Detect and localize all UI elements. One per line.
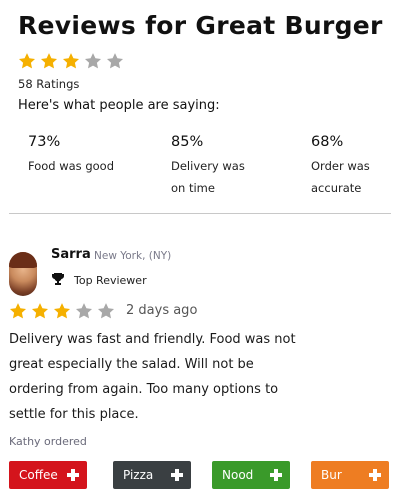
star-icon: [75, 302, 93, 320]
stat-percent: 85%: [171, 134, 204, 150]
star-icon: [62, 52, 80, 70]
tag-nood-button[interactable]: Nood: [212, 461, 290, 489]
tag-bur-button[interactable]: Bur: [311, 461, 389, 489]
ratings-count: 58 Ratings: [18, 77, 80, 91]
review-rating-stars: [9, 302, 119, 320]
plus-icon: [171, 469, 183, 481]
avatar-hair: [9, 252, 37, 268]
stat-label: Food was good: [28, 159, 115, 173]
stat-percent: 73%: [28, 134, 61, 150]
tag-pizza-button[interactable]: Pizza: [113, 461, 191, 489]
star-icon: [84, 52, 102, 70]
summary-rating-stars: [18, 52, 128, 70]
review-date: 2 days ago: [126, 303, 198, 318]
tag-label: Bur: [321, 468, 342, 482]
stat-label: Order was accurate: [311, 159, 370, 195]
ordered-label: Kathy ordered: [9, 435, 87, 448]
stat-order-accurate: 68% Order was accurate: [311, 134, 401, 199]
star-icon: [97, 302, 115, 320]
plus-icon: [270, 469, 282, 481]
saying-label: Here's what people are saying:: [18, 98, 220, 113]
stat-percent: 68%: [311, 134, 344, 150]
star-icon: [106, 52, 124, 70]
tag-label: Pizza: [123, 468, 154, 482]
avatar[interactable]: [9, 252, 37, 296]
tag-coffee-button[interactable]: Coffee: [9, 461, 87, 489]
star-icon: [9, 302, 27, 320]
plus-icon: [67, 469, 79, 481]
tag-label: Coffee: [19, 468, 58, 482]
page-title: Reviews for Great Burger: [18, 11, 383, 40]
star-icon: [40, 52, 58, 70]
star-icon: [53, 302, 71, 320]
review-text: Delivery was fast and friendly. Food was…: [9, 332, 296, 422]
star-icon: [18, 52, 36, 70]
tag-label: Nood: [222, 468, 254, 482]
divider: [9, 213, 391, 214]
top-reviewer-badge: Top Reviewer: [74, 274, 147, 287]
stat-delivery-on-time: 85% Delivery was on time: [171, 134, 261, 199]
star-icon: [31, 302, 49, 320]
stat-label: Delivery was on time: [171, 159, 245, 195]
plus-icon: [369, 469, 381, 481]
reviewer-location: New York, (NY): [94, 250, 172, 262]
reviewer-name[interactable]: Sarra: [51, 247, 91, 262]
stat-food-good: 73% Food was good: [28, 134, 118, 177]
trophy-icon: [52, 273, 64, 285]
